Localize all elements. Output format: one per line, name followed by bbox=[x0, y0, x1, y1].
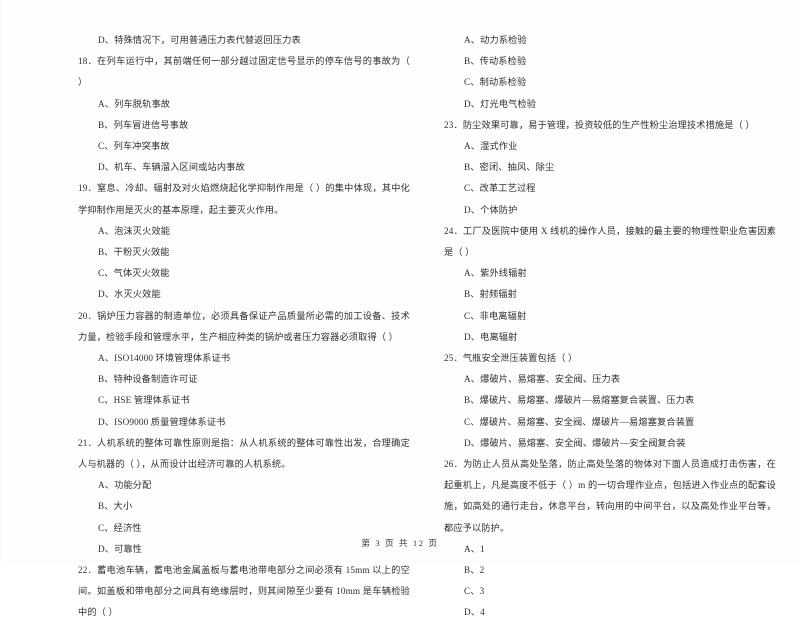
question-21-option-a: A、功能分配 bbox=[98, 480, 152, 491]
question-18-option-c: C、列车冲突事故 bbox=[98, 141, 170, 152]
left-column: D、特殊情况下，可用普通压力表代替返回压力表 18．在列车运行中，其前端任何一部… bbox=[78, 30, 410, 624]
question-25-option-c: C、爆破片、易熔塞、安全阀、爆破片—易熔塞复合装置 bbox=[464, 416, 695, 427]
question-19-option-b: B、干粉灭火效能 bbox=[98, 247, 170, 258]
question-18-option-d: D、机车、车辆溜入区间或站内事故 bbox=[98, 162, 245, 173]
question-19-stem: 19．窒息、冷却、辐射及对火焰燃烧起化学抑制作用是（ ）的集中体现，其中化学抑制… bbox=[78, 183, 410, 215]
question-24-option-c: C、非电离辐射 bbox=[464, 310, 527, 321]
question-18-option-a: A、列车脱轨事故 bbox=[98, 98, 171, 109]
question-23-option-a: A、湿式作业 bbox=[464, 141, 518, 152]
right-column: A、动力系检验 B、传动系检验 C、制动系检验 D、灯光电气检验 23．防尘效果… bbox=[444, 30, 776, 624]
question-22-option-c: C、制动系检验 bbox=[464, 77, 527, 88]
question-20-option-c: C、HSE 管理体系证书 bbox=[98, 395, 190, 406]
question-22-option-d: D、灯光电气检验 bbox=[464, 98, 537, 109]
question-21-option-c: C、经济性 bbox=[98, 522, 142, 533]
question-26-stem: 26．为防止人员从高处坠落，防止高处坠落的物体对下面人员造成打击伤害，在起重机上… bbox=[444, 459, 776, 533]
question-20-option-b: B、特种设备制造许可证 bbox=[98, 374, 198, 385]
question-18-stem: 18．在列车运行中，其前端任何一部分越过固定信号显示的停车信号的事故为（ ） bbox=[78, 56, 410, 88]
question-23-option-d: D、个体防护 bbox=[464, 204, 518, 215]
question-25-option-b: B、爆破片、易熔塞、爆破片—易熔塞复合装置、压力表 bbox=[464, 395, 695, 406]
two-column-body: D、特殊情况下，可用普通压力表代替返回压力表 18．在列车运行中，其前端任何一部… bbox=[0, 0, 800, 624]
question-22: 22．蓄电池车辆，蓄电池金属盖板与蓄电池带电部分之间必须有 15mm 以上的空间… bbox=[78, 560, 410, 624]
question-19: 19．窒息、冷却、辐射及对火焰燃烧起化学抑制作用是（ ）的集中体现，其中化学抑制… bbox=[78, 178, 410, 305]
question-22-stem: 22．蓄电池车辆，蓄电池金属盖板与蓄电池带电部分之间必须有 15mm 以上的空间… bbox=[78, 565, 410, 618]
question-26-option-d: D、4 bbox=[464, 607, 485, 618]
page-footer: 第 3 页 共 12 页 bbox=[361, 538, 439, 548]
question-19-option-c: C、气体灭火效能 bbox=[98, 268, 170, 279]
question-24-stem: 24．工厂及医院中使用 X 线机的操作人员，接触的最主要的物理性职业危害因素是（… bbox=[444, 225, 776, 258]
question-21-stem: 21．人机系统的整体可靠性原则是指：从人机系统的整体可靠性出发，合理确定人与机器… bbox=[78, 437, 410, 470]
question-24-option-b: B、射频辐射 bbox=[464, 289, 517, 300]
orphan-option-d: D、特殊情况下，可用普通压力表代替返回压力表 bbox=[98, 35, 301, 45]
question-23-option-b: B、密闭、抽风、除尘 bbox=[464, 162, 555, 173]
question-19-option-d: D、水灭火效能 bbox=[98, 289, 161, 300]
question-25-option-d: D、爆破片、易熔塞、安全阀、爆破片—安全阀复合装 bbox=[464, 437, 686, 448]
question-24-option-d: D、电离辐射 bbox=[464, 331, 518, 342]
question-22-option-a: A、动力系检验 bbox=[464, 35, 527, 45]
question-24-option-a: A、紫外线辐射 bbox=[464, 268, 527, 279]
question-21-option-b: B、大小 bbox=[98, 501, 133, 512]
question-20-option-a: A、ISO14000 环境管理体系证书 bbox=[98, 353, 231, 364]
question-25: 25．气瓶安全泄压装置包括（ ） A、爆破片、易熔塞、安全阀、压力表 B、爆破片… bbox=[444, 348, 776, 454]
question-23-option-c: C、改革工艺过程 bbox=[464, 183, 536, 194]
question-25-option-a: A、爆破片、易熔塞、安全阀、压力表 bbox=[464, 374, 621, 385]
question-23-stem: 23．防尘效果可靠，易于管理，投资较低的生产性粉尘治理技术措施是（ ） bbox=[444, 119, 755, 130]
question-23: 23．防尘效果可靠，易于管理，投资较低的生产性粉尘治理技术措施是（ ） A、湿式… bbox=[444, 115, 776, 221]
question-26-option-c: C、3 bbox=[464, 586, 485, 597]
exam-page: D、特殊情况下，可用普通压力表代替返回压力表 18．在列车运行中，其前端任何一部… bbox=[0, 0, 800, 617]
question-20: 20．锅炉压力容器的制造单位，必须具备保证产品质量所必需的加工设备、技术力量，检… bbox=[78, 306, 410, 433]
question-19-option-a: A、泡沫灭火效能 bbox=[98, 225, 171, 236]
question-25-stem: 25．气瓶安全泄压装置包括（ ） bbox=[444, 353, 578, 364]
question-20-option-d: D、ISO9000 质量管理体系证书 bbox=[98, 416, 226, 427]
question-24: 24．工厂及医院中使用 X 线机的操作人员，接触的最主要的物理性职业危害因素是（… bbox=[444, 221, 776, 348]
question-20-stem: 20．锅炉压力容器的制造单位，必须具备保证产品质量所必需的加工设备、技术力量，检… bbox=[78, 310, 410, 342]
question-18: 18．在列车运行中，其前端任何一部分越过固定信号显示的停车信号的事故为（ ） A… bbox=[78, 51, 410, 178]
question-18-option-b: B、列车冒进信号事故 bbox=[98, 119, 189, 130]
question-22-option-b: B、传动系检验 bbox=[464, 56, 527, 67]
question-26-option-b: B、2 bbox=[464, 565, 485, 576]
